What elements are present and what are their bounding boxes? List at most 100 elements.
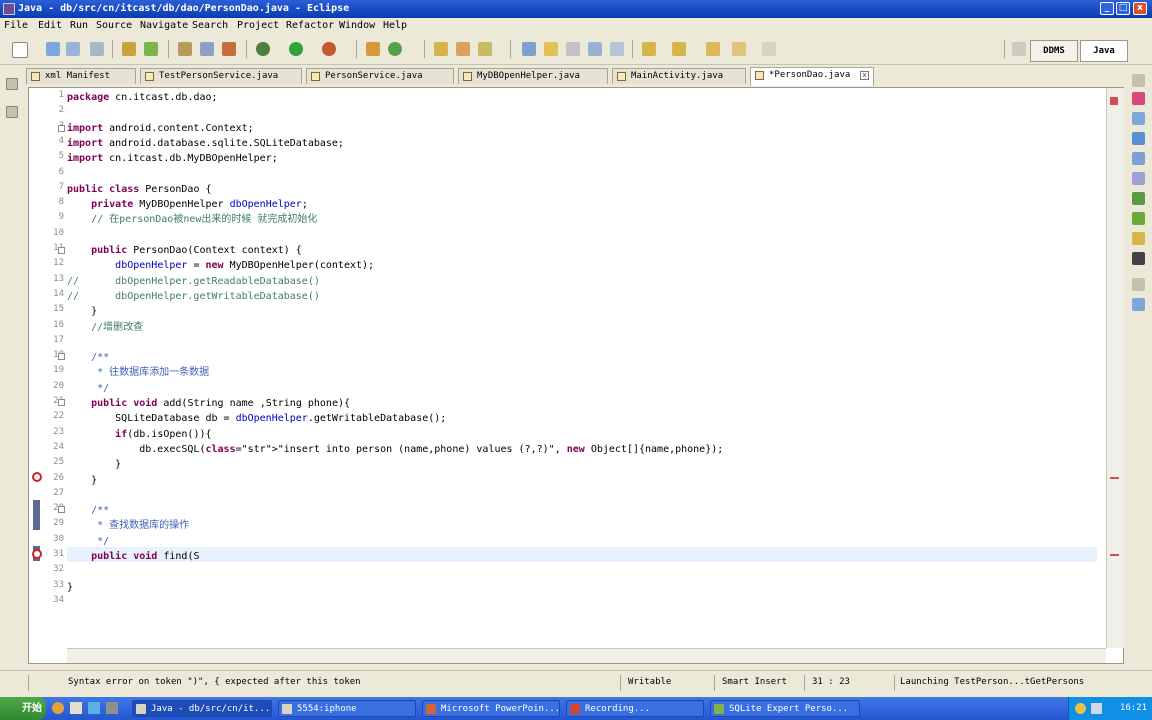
code-line[interactable]: private MyDBOpenHelper dbOpenHelper; [67, 197, 308, 212]
menu-file[interactable]: File [4, 20, 28, 31]
code-line[interactable]: // dbOpenHelper.getWritableDatabase() [67, 289, 320, 304]
avd-manager-icon[interactable] [144, 42, 158, 56]
code-line[interactable]: SQLiteDatabase db = dbOpenHelper.getWrit… [67, 411, 446, 426]
tab-testpersonservice[interactable]: TestPersonService.java [140, 68, 302, 84]
open-perspective-icon[interactable] [1012, 42, 1026, 56]
restore-view-icon[interactable] [1132, 278, 1145, 291]
android-sdk-icon[interactable] [122, 42, 136, 56]
minimize-button[interactable]: _ [1100, 2, 1114, 15]
brush-icon[interactable] [478, 42, 492, 56]
forward-icon[interactable] [732, 42, 746, 56]
emulator-control-icon[interactable] [1132, 252, 1145, 265]
android-icon[interactable] [1132, 212, 1145, 225]
new-class-icon[interactable] [388, 42, 402, 56]
code-line[interactable]: public void add(String name ,String phon… [67, 396, 350, 411]
quicklaunch-browser-icon[interactable] [52, 702, 64, 714]
code-line[interactable]: } [67, 473, 97, 488]
code-line[interactable]: db.execSQL(class="str">"insert into pers… [67, 442, 723, 457]
tray-network-icon[interactable] [1075, 703, 1086, 714]
tab-manifest[interactable]: xml Manifest [26, 68, 136, 84]
fold-collapse-icon[interactable] [58, 399, 65, 406]
logcat-icon[interactable] [1132, 192, 1145, 205]
tray-volume-icon[interactable] [1091, 703, 1102, 714]
perspective-ddms[interactable]: DDMS [1030, 40, 1078, 62]
save-all-icon[interactable] [66, 42, 80, 56]
code-line[interactable]: /** [67, 503, 109, 518]
next-annotation-icon[interactable] [642, 42, 656, 56]
restore-view-icon[interactable] [1132, 74, 1145, 87]
fold-collapse-icon[interactable] [58, 247, 65, 254]
fold-collapse-icon[interactable] [58, 125, 65, 132]
menu-edit[interactable]: Edit [38, 20, 62, 31]
restore-view-icon[interactable] [6, 78, 18, 90]
fold-collapse-icon[interactable] [58, 353, 65, 360]
external-tools-icon[interactable] [322, 42, 336, 56]
code-line[interactable]: dbOpenHelper = new MyDBOpenHelper(contex… [67, 258, 374, 273]
taskbar-item-powerpoint[interactable]: Microsoft PowerPoin... [422, 700, 560, 717]
code-line[interactable]: /** [67, 350, 109, 365]
code-line[interactable]: // dbOpenHelper.getReadableDatabase() [67, 274, 320, 289]
code-line[interactable]: //增删改查 [67, 320, 143, 335]
code-line[interactable]: */ [67, 381, 109, 396]
back-icon[interactable] [706, 42, 720, 56]
taskbar-item-sqlite-expert[interactable]: SQLite Expert Perso... [710, 700, 860, 717]
new-java-project-icon[interactable] [366, 42, 380, 56]
task-icon[interactable] [222, 42, 236, 56]
block-selection-icon[interactable] [566, 42, 580, 56]
code-line[interactable]: public class PersonDao { [67, 182, 212, 197]
fold-collapse-icon[interactable] [58, 506, 65, 513]
highlight-icon[interactable] [544, 42, 558, 56]
menu-project[interactable]: Project [237, 20, 279, 31]
menu-search[interactable]: Search [192, 20, 228, 31]
overview-error-indicator[interactable] [1110, 97, 1118, 105]
taskbar-item-eclipse[interactable]: Java - db/src/cn/it... [132, 700, 272, 717]
code-line[interactable]: import android.database.sqlite.SQLiteDat… [67, 136, 344, 151]
console-icon[interactable] [1132, 172, 1145, 185]
taskbar-item-recording[interactable]: Recording... [566, 700, 704, 717]
code-line[interactable]: } [67, 457, 121, 472]
overview-marker[interactable] [1110, 554, 1119, 556]
quicklaunch-ie-icon[interactable] [88, 702, 100, 714]
tab-mydbopenhelper[interactable]: MyDBOpenHelper.java [458, 68, 608, 84]
code-line[interactable]: * 往数据库添加一条数据 [67, 365, 209, 380]
show-whitespace-icon[interactable] [588, 42, 602, 56]
code-line[interactable]: // 在personDao被new出来的时候 就完成初始化 [67, 212, 317, 227]
problems-icon[interactable] [1132, 112, 1145, 125]
menu-window[interactable]: Window [339, 20, 375, 31]
menu-refactor[interactable]: Refactor [286, 20, 334, 31]
code-line[interactable]: if(db.isOpen()){ [67, 427, 211, 442]
tab-close-icon[interactable]: x [860, 71, 869, 80]
error-marker-icon[interactable] [32, 549, 42, 559]
taskbar-item-emulator[interactable]: 5554:iphone [278, 700, 416, 717]
status-launch-progress[interactable]: Launching TestPerson...tGetPersons [900, 677, 1084, 687]
code-line[interactable]: import cn.itcast.db.MyDBOpenHelper; [67, 151, 278, 166]
debug-icon[interactable] [256, 42, 270, 56]
code-line[interactable]: */ [67, 534, 109, 549]
code-line[interactable]: } [67, 304, 97, 319]
toggle-mark-occurrences-icon[interactable] [522, 42, 536, 56]
hierarchy-icon[interactable] [1132, 298, 1145, 311]
menu-source[interactable]: Source [96, 20, 132, 31]
build-icon[interactable] [178, 42, 192, 56]
code-line[interactable]: import android.content.Context; [67, 121, 254, 136]
previous-annotation-icon[interactable] [672, 42, 686, 56]
vertical-scrollbar[interactable] [1106, 88, 1124, 648]
close-button[interactable]: x [1133, 2, 1147, 15]
error-marker-icon[interactable] [32, 472, 42, 482]
tab-persondao[interactable]: *PersonDao.java x [750, 67, 874, 86]
horizontal-scrollbar[interactable] [67, 648, 1106, 663]
quicklaunch-desktop-icon[interactable] [106, 702, 118, 714]
menu-run[interactable]: Run [70, 20, 88, 31]
tasks-icon[interactable] [1132, 232, 1145, 245]
save-icon[interactable] [46, 42, 60, 56]
title-bar[interactable]: Java - db/src/cn/itcast/db/dao/PersonDao… [0, 0, 1152, 18]
open-type-icon[interactable] [200, 42, 214, 56]
code-editor[interactable]: 1234567891011121314151617181920212223242… [28, 87, 1124, 664]
open-folder-icon[interactable] [434, 42, 448, 56]
menu-help[interactable]: Help [383, 20, 407, 31]
start-button[interactable]: 开始 [0, 697, 46, 720]
last-edit-icon[interactable] [762, 42, 776, 56]
overview-marker[interactable] [1110, 477, 1119, 479]
code-line[interactable]: public void find(S [67, 549, 199, 564]
print-icon[interactable] [90, 42, 104, 56]
